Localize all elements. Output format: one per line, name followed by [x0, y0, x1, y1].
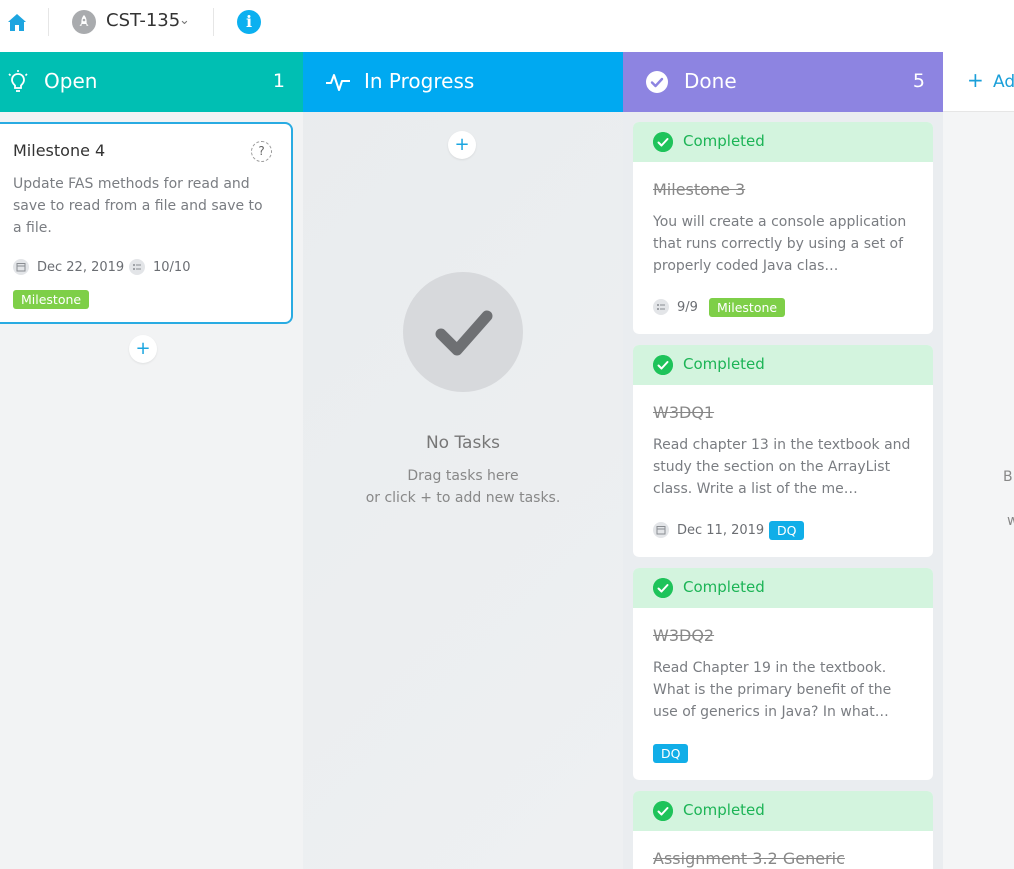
- check-circle-icon: [653, 801, 673, 821]
- add-column-label: Ad: [993, 72, 1014, 92]
- calendar-icon: [653, 522, 669, 538]
- task-description: Update FAS methods for read and save to …: [13, 176, 263, 236]
- help-icon[interactable]: ?: [251, 141, 272, 162]
- completed-label: Completed: [683, 355, 765, 373]
- due-date: Dec 22, 2019: [13, 259, 124, 275]
- lightbulb-icon: [8, 70, 28, 92]
- completed-banner: Completed: [633, 345, 933, 385]
- empty-state-title: No Tasks: [425, 433, 501, 453]
- empty-state-line: Drag tasks here: [407, 468, 519, 484]
- top-bar: CST-135 ⌄ i: [0, 0, 1014, 52]
- task-title: W3DQ2: [653, 626, 715, 645]
- task-card[interactable]: Completed Milestone 3 You will create a …: [633, 122, 933, 334]
- tag-milestone[interactable]: Milestone: [709, 298, 786, 317]
- completed-banner: Completed: [633, 791, 933, 831]
- empty-state-subtitle: Drag tasks here or click + to add new ta…: [303, 465, 623, 509]
- completed-banner: Completed: [633, 568, 933, 608]
- column-count: 5: [912, 70, 925, 92]
- checklist-icon: [653, 299, 669, 315]
- calendar-icon: [13, 259, 29, 275]
- completed-label: Completed: [683, 578, 765, 596]
- column-count: 1: [272, 70, 285, 92]
- rocket-icon[interactable]: [72, 10, 96, 34]
- empty-check-icon: [403, 272, 523, 392]
- checklist-progress: 9/9: [653, 299, 698, 315]
- task-description: Read Chapter 19 in the textbook. What is…: [653, 660, 892, 720]
- column-title: In Progress: [364, 69, 475, 93]
- task-description: Read chapter 13 in the textbook and stud…: [653, 437, 911, 497]
- column-header-in-progress[interactable]: In Progress: [303, 52, 623, 112]
- add-column-button[interactable]: + Ad: [943, 52, 1014, 112]
- task-card[interactable]: Completed W3DQ1 Read chapter 13 in the t…: [633, 345, 933, 557]
- divider: [48, 8, 49, 36]
- edge-text: w: [1007, 513, 1014, 529]
- tag-dq[interactable]: DQ: [769, 521, 805, 540]
- column-in-progress: In Progress + No Tasks Drag tasks here o…: [303, 52, 623, 869]
- checklist-icon: [129, 259, 145, 275]
- completed-label: Completed: [683, 132, 765, 150]
- completed-label: Completed: [683, 801, 765, 819]
- tag-milestone[interactable]: Milestone: [13, 290, 90, 309]
- plus-icon: +: [967, 68, 984, 92]
- task-card[interactable]: Completed W3DQ2 Read Chapter 19 in the t…: [633, 568, 933, 780]
- empty-state-line: or click + to add new tasks.: [365, 490, 561, 506]
- column-header-open[interactable]: Open 1: [0, 52, 303, 112]
- check-circle-icon: [653, 132, 673, 152]
- column-header-done[interactable]: Done 5: [623, 52, 943, 112]
- task-title: Milestone 3: [653, 180, 746, 199]
- add-task-button[interactable]: +: [129, 335, 157, 363]
- task-card[interactable]: Milestone 4 ? Update FAS methods for rea…: [0, 122, 293, 324]
- edge-text: B: [1003, 469, 1013, 485]
- column-title: Done: [684, 69, 737, 93]
- check-circle-icon: [653, 355, 673, 375]
- check-circle-icon: [653, 578, 673, 598]
- project-name[interactable]: CST-135: [106, 10, 180, 31]
- tag-dq[interactable]: DQ: [653, 744, 689, 763]
- chevron-down-icon[interactable]: ⌄: [179, 13, 190, 28]
- due-date-text: Dec 22, 2019: [37, 259, 125, 275]
- column-title: Open: [44, 69, 98, 93]
- divider: [213, 8, 214, 36]
- completed-banner: Completed: [633, 122, 933, 162]
- task-title: Milestone 4: [13, 141, 106, 160]
- task-description: You will create a console application th…: [653, 214, 907, 274]
- activity-icon: [326, 74, 350, 91]
- checklist-text: 9/9: [677, 299, 698, 315]
- column-open: Open 1 Milestone 4 ? Update FAS methods …: [0, 52, 303, 869]
- column-add: + Ad B w: [943, 52, 1014, 869]
- checklist-progress: 10/10: [129, 259, 190, 275]
- check-circle-icon: [646, 71, 668, 93]
- due-date-text: Dec 11, 2019: [677, 522, 765, 538]
- info-icon[interactable]: i: [237, 10, 261, 34]
- column-done: Done 5 Completed Milestone 3 You will cr…: [623, 52, 943, 869]
- task-title: Assignment 3.2 Generic: [653, 849, 845, 868]
- home-icon[interactable]: [6, 11, 28, 33]
- task-card[interactable]: Completed Assignment 3.2 Generic: [633, 791, 933, 869]
- task-title: W3DQ1: [653, 403, 715, 422]
- due-date: Dec 11, 2019: [653, 522, 764, 538]
- add-task-button[interactable]: +: [448, 131, 476, 159]
- checklist-text: 10/10: [153, 259, 191, 275]
